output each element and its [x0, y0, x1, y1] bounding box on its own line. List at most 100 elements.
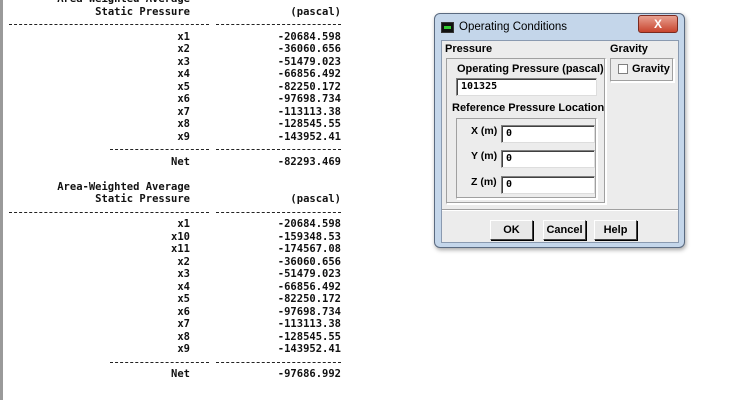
table-row: x5 -82250.172 — [3, 293, 403, 306]
table-row: x3 -51479.023 — [3, 268, 403, 281]
x-input[interactable]: 0 — [501, 125, 595, 143]
pressure-value: -82250.172 — [277, 80, 341, 93]
table-row: x10 -159348.53 — [3, 231, 403, 244]
zone-name: x8 — [177, 118, 190, 130]
column-header-zone: Static Pressure — [95, 5, 190, 18]
pressure-group-label: Pressure — [445, 43, 493, 55]
console-output: Area-Weighted AverageStatic Pressure(pas… — [0, 0, 420, 400]
zone-name: x5 — [177, 293, 190, 305]
pressure-value: -51479.023 — [277, 55, 341, 68]
table-row: x2 -36060.656 — [3, 256, 403, 269]
table-header: Static Pressure (pascal) — [3, 193, 403, 206]
zone-name: x7 — [177, 318, 190, 330]
ok-button[interactable]: OK — [490, 220, 533, 240]
pressure-value: -36060.656 — [277, 43, 341, 55]
zone-name: x1 — [177, 218, 190, 230]
operating-conditions-dialog: Operating Conditions X Pressure Operatin… — [434, 13, 685, 248]
table-title: Area-Weighted Average — [3, 181, 403, 194]
net-row: Net -82293.469 — [3, 156, 403, 169]
pressure-value: -128545.55 — [277, 118, 341, 130]
table-row: x3 -51479.023 — [3, 56, 403, 69]
zone-name: x10 — [171, 230, 190, 243]
column-header-unit: (pascal) — [290, 5, 341, 18]
pressure-value: -97698.734 — [277, 305, 341, 318]
header-separator — [3, 18, 403, 31]
pressure-value: -51479.023 — [277, 268, 341, 280]
zone-name: x4 — [177, 68, 190, 80]
table-row: x11 -174567.08 — [3, 243, 403, 256]
zone-name: x7 — [177, 105, 190, 118]
x-label: X (m) — [471, 125, 498, 137]
table-row: x4 -66856.492 — [3, 68, 403, 81]
pressure-value: -66856.492 — [277, 280, 341, 293]
help-button[interactable]: Help — [594, 220, 637, 240]
zone-name: x2 — [177, 43, 190, 55]
separator-line — [216, 24, 341, 25]
app-icon — [441, 21, 454, 33]
table-row: x1 -20684.598 — [3, 31, 403, 44]
gravity-group-label: Gravity — [610, 43, 648, 55]
pressure-value: -66856.492 — [277, 68, 341, 80]
table-row: x7 -113113.38 — [3, 318, 403, 331]
zone-name: x8 — [177, 330, 190, 343]
zone-name: x9 — [177, 343, 190, 355]
zone-name: x5 — [177, 80, 190, 93]
pressure-value: -20684.598 — [277, 218, 341, 230]
gravity-checkbox-label[interactable]: Gravity — [632, 63, 670, 75]
z-input[interactable]: 0 — [501, 176, 595, 194]
cancel-button[interactable]: Cancel — [543, 220, 586, 240]
dialog-body: Pressure Operating Pressure (pascal) 101… — [441, 40, 679, 243]
table-row: x1 -20684.598 — [3, 218, 403, 231]
separator-line — [9, 24, 209, 25]
pressure-value: -82250.172 — [277, 293, 341, 305]
net-label: Net — [171, 368, 190, 380]
table-row: x9 -143952.41 — [3, 343, 403, 356]
net-row: Net -97686.992 — [3, 368, 403, 381]
dialog-title-bar: Operating Conditions — [441, 16, 567, 38]
table-row: x8 -128545.55 — [3, 331, 403, 344]
table-header: Static Pressure (pascal) — [3, 6, 403, 19]
net-separator — [3, 143, 403, 156]
pressure-value: -159348.53 — [277, 230, 341, 243]
column-header-unit: (pascal) — [290, 193, 341, 205]
table-row: x7 -113113.38 — [3, 106, 403, 119]
column-header-zone: Static Pressure — [95, 193, 190, 205]
pressure-value: -143952.41 — [277, 343, 341, 355]
separator-line — [216, 149, 341, 150]
close-button[interactable]: X — [638, 15, 678, 33]
zone-name: x9 — [177, 130, 190, 143]
pressure-value: -97698.734 — [277, 93, 341, 105]
pressure-value: -20684.598 — [277, 30, 341, 43]
table-row: x9 -143952.41 — [3, 131, 403, 144]
pressure-value: -113113.38 — [277, 105, 341, 118]
table-row: x5 -82250.172 — [3, 81, 403, 94]
separator-line — [110, 149, 209, 150]
pressure-value: -174567.08 — [277, 243, 341, 255]
gravity-checkbox[interactable] — [618, 64, 628, 74]
z-label: Z (m) — [471, 176, 497, 188]
net-label: Net — [171, 155, 190, 168]
header-separator — [3, 206, 403, 219]
operating-pressure-input[interactable]: 101325 — [456, 78, 597, 96]
separator-line — [216, 361, 341, 363]
separator-line — [216, 211, 341, 213]
y-input[interactable]: 0 — [501, 150, 595, 168]
pressure-value: -143952.41 — [277, 130, 341, 143]
pressure-value: -128545.55 — [277, 330, 341, 343]
table-row: x2 -36060.656 — [3, 43, 403, 56]
net-value: -97686.992 — [277, 368, 341, 380]
separator-line — [110, 361, 209, 363]
reference-location-label: Reference Pressure Location — [452, 102, 605, 114]
zone-name: x6 — [177, 93, 190, 105]
table-row: x4 -66856.492 — [3, 281, 403, 294]
operating-pressure-label: Operating Pressure (pascal) — [457, 63, 604, 75]
zone-name: x3 — [177, 55, 190, 68]
zone-name: x11 — [171, 243, 190, 255]
net-value: -82293.469 — [277, 155, 341, 168]
table-title: Area-Weighted Average — [57, 180, 190, 193]
zone-name: x6 — [177, 305, 190, 318]
table-row: x6 -97698.734 — [3, 306, 403, 319]
dialog-title: Operating Conditions — [459, 21, 568, 33]
zone-name: x2 — [177, 255, 190, 268]
table-row: x6 -97698.734 — [3, 93, 403, 106]
